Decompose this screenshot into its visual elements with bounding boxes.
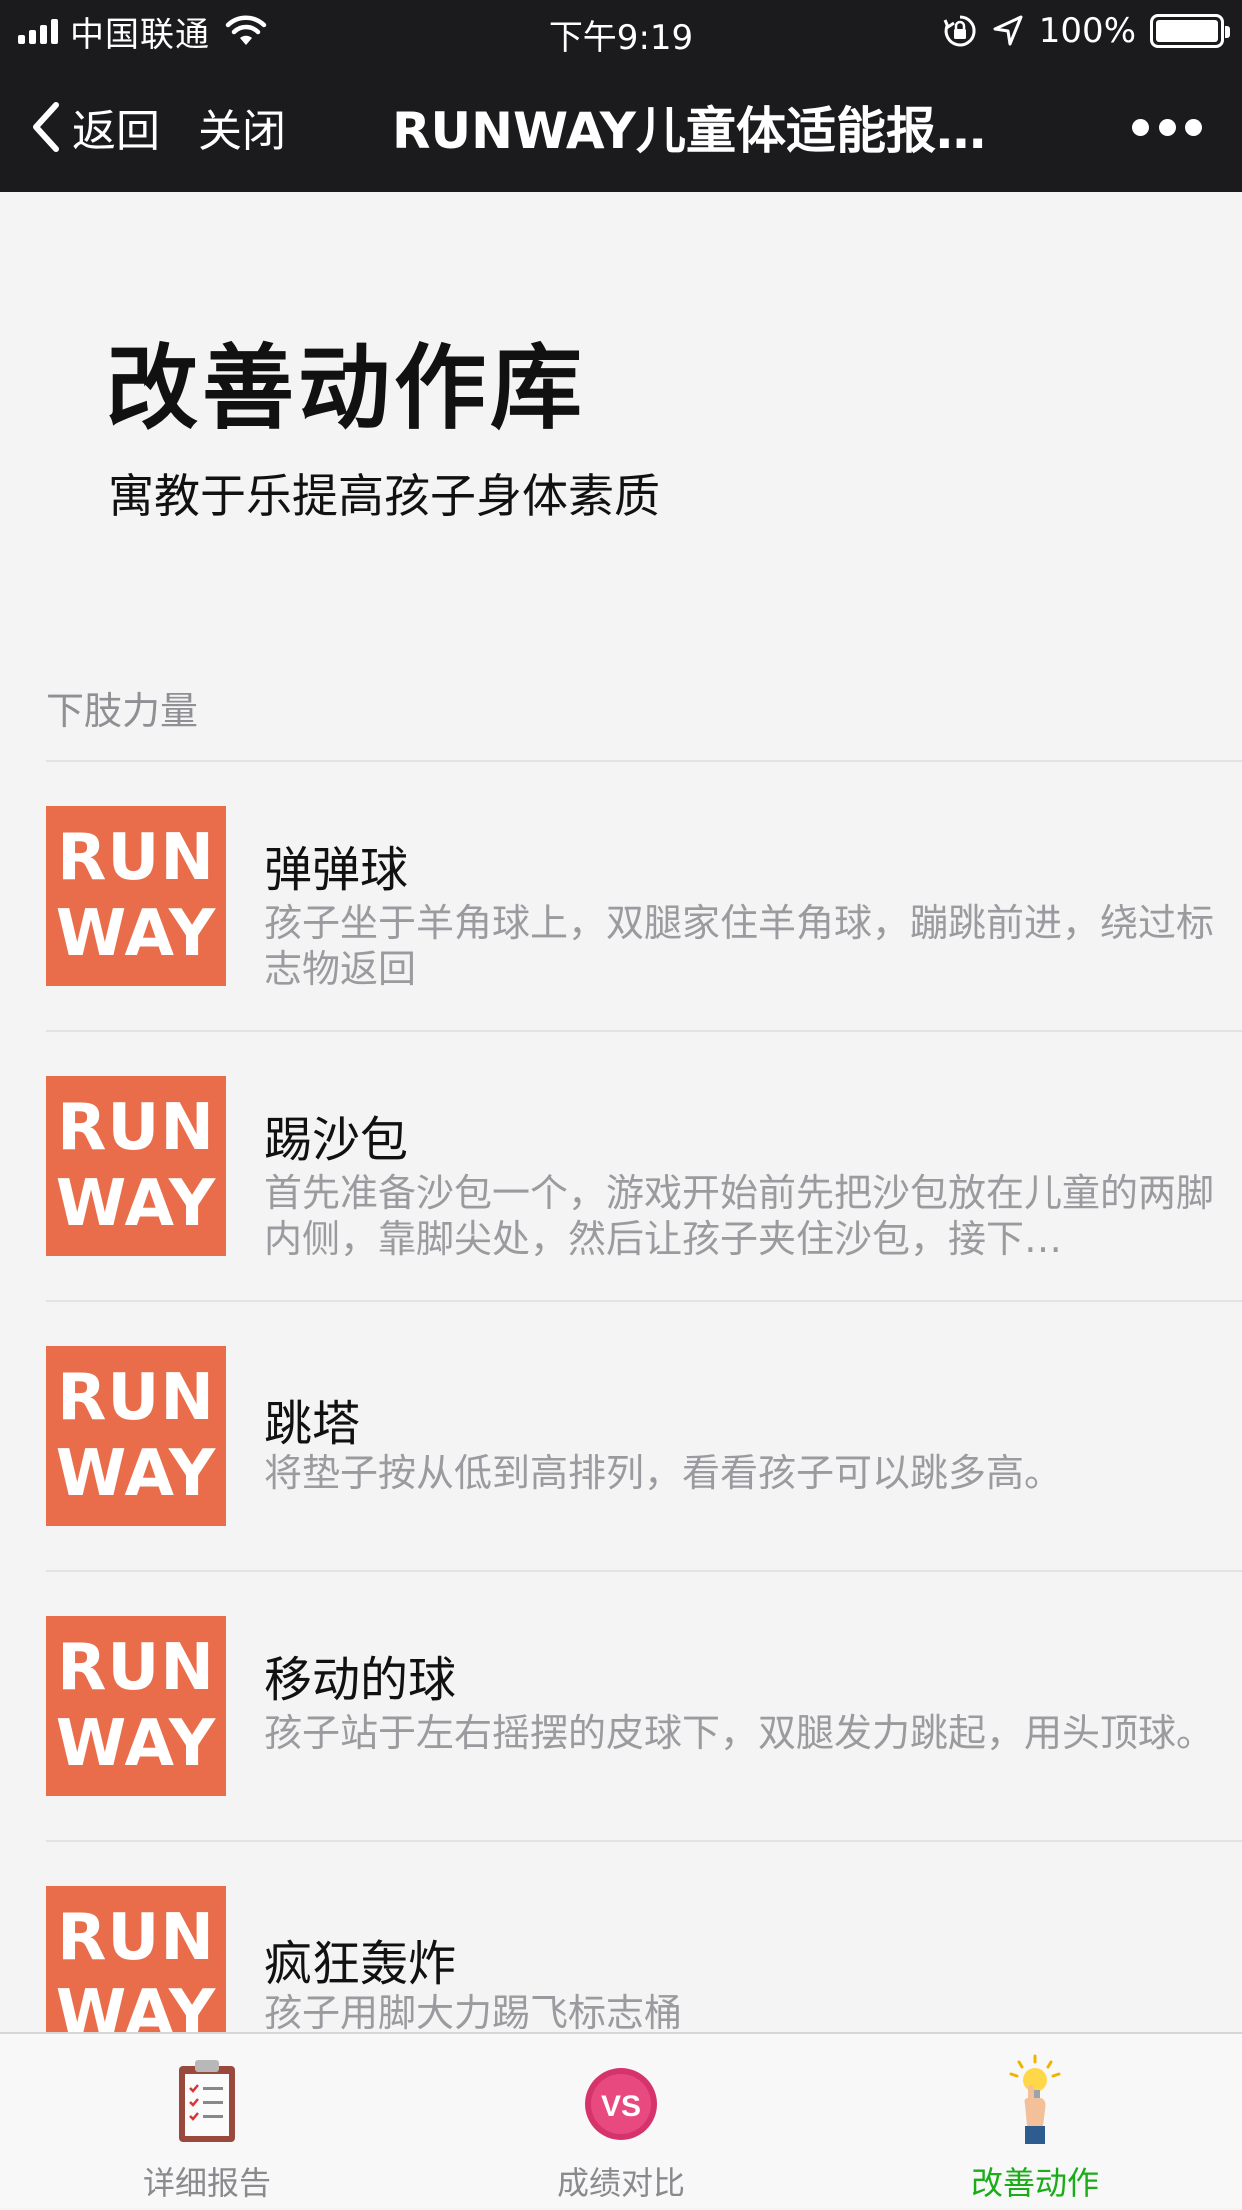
exercise-title: 踢沙包: [264, 1112, 409, 1168]
clipboard-icon: [179, 2060, 235, 2142]
location-arrow-icon: [993, 15, 1023, 46]
runway-logo-thumbnail: RUN WAY: [46, 1076, 226, 1256]
runway-logo-thumbnail: RUN WAY: [46, 1886, 226, 2032]
hero-subtitle: 寓教于乐提高孩子身体素质: [108, 469, 660, 523]
runway-logo-thumbnail: RUN WAY: [46, 806, 226, 986]
battery-icon: [1150, 14, 1230, 48]
exercise-title: 移动的球: [264, 1652, 457, 1708]
vs-badge-icon: VS: [585, 2068, 657, 2140]
exercise-description: 孩子站于左右摇摆的皮球下，双腿发力跳起，用头顶球。: [264, 1711, 1214, 1755]
runway-logo-thumbnail: RUN WAY: [46, 1616, 226, 1796]
more-options-icon[interactable]: [1132, 102, 1202, 152]
status-bar: 中国联通 下午9:19 100%: [0, 0, 1242, 62]
tab-label: 成绩对比: [556, 2164, 685, 2202]
page-title: RUNWAY儿童体适能报…: [392, 102, 986, 160]
chevron-left-icon: [33, 102, 59, 152]
exercise-description: 将垫子按从低到高排列，看看孩子可以跳多高。: [264, 1451, 1063, 1495]
exercise-item[interactable]: RUN WAY 弹弹球 孩子坐于羊角球上，双腿家住羊角球，蹦跳前进，绕过标志物返回: [46, 760, 1242, 1030]
exercise-title: 跳塔: [264, 1396, 361, 1452]
close-button[interactable]: 关闭: [198, 92, 286, 162]
back-button[interactable]: 返回: [28, 92, 160, 162]
navigation-bar: 返回 关闭 RUNWAY儿童体适能报…: [0, 62, 1242, 192]
tab-label: 详细报告: [142, 2164, 271, 2202]
exercise-item[interactable]: RUN WAY 跳塔 将垫子按从低到高排列，看看孩子可以跳多高。: [46, 1300, 1242, 1570]
tab-bar: 详细报告 VS 成绩对比 改善动作: [0, 2032, 1242, 2208]
section-label: 下肢力量: [46, 689, 199, 733]
exercise-title: 疯狂轰炸: [264, 1936, 457, 1992]
tab-detailed-report[interactable]: 详细报告: [0, 2034, 414, 2210]
tab-improvement-actions[interactable]: 改善动作: [828, 2034, 1242, 2210]
battery-percent: 100%: [1038, 11, 1136, 51]
exercise-description: 孩子用脚大力踢飞标志桶: [264, 1991, 683, 2032]
main-content[interactable]: 改善动作库 寓教于乐提高孩子身体素质 下肢力量 RUN WAY 弹弹球 孩子坐于羊…: [0, 192, 1242, 2032]
exercise-list: RUN WAY 弹弹球 孩子坐于羊角球上，双腿家住羊角球，蹦跳前进，绕过标志物返回…: [46, 760, 1242, 2032]
exercise-item[interactable]: RUN WAY 移动的球 孩子站于左右摇摆的皮球下，双腿发力跳起，用头顶球。: [46, 1570, 1242, 1840]
exercise-description: 首先准备沙包一个，游戏开始前先把沙包放在儿童的两脚内侧，靠脚尖处，然后让孩子夹住…: [264, 1171, 1214, 1261]
exercise-item[interactable]: RUN WAY 踢沙包 首先准备沙包一个，游戏开始前先把沙包放在儿童的两脚内侧，靠…: [46, 1030, 1242, 1300]
back-label: 返回: [72, 106, 160, 157]
svg-text:VS: VS: [601, 2090, 641, 2123]
runway-logo-thumbnail: RUN WAY: [46, 1346, 226, 1526]
tab-label: 改善动作: [970, 2164, 1099, 2202]
orientation-lock-icon: [943, 15, 976, 47]
exercise-description: 孩子坐于羊角球上，双腿家住羊角球，蹦跳前进，绕过标志物返回: [264, 901, 1214, 991]
exercise-item[interactable]: RUN WAY 疯狂轰炸 孩子用脚大力踢飞标志桶: [46, 1840, 1242, 2032]
idea-hand-icon: [1009, 2054, 1061, 2144]
exercise-title: 弹弹球: [264, 842, 409, 898]
hero-title: 改善动作库: [106, 335, 587, 442]
status-right-group: 100%: [943, 8, 1230, 54]
tab-score-comparison[interactable]: VS 成绩对比: [414, 2034, 828, 2210]
